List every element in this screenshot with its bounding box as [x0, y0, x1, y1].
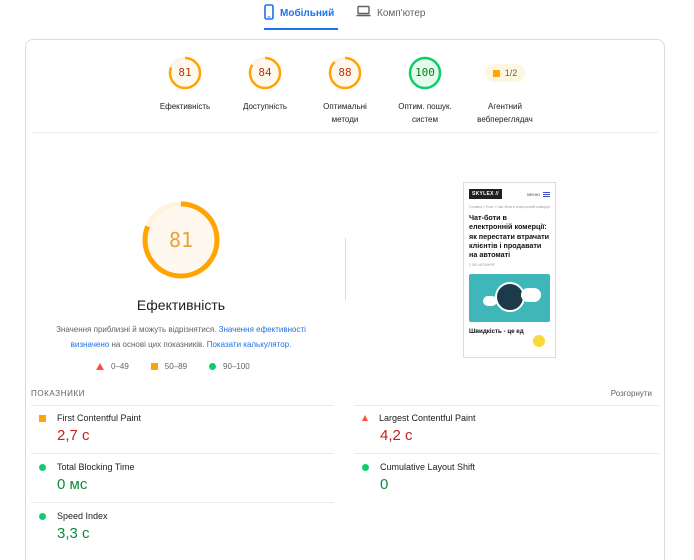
metric-cls: Cumulative Layout Shift 0 [362, 462, 662, 493]
chat-bubble-icon [521, 288, 541, 303]
average-square-icon [39, 414, 46, 422]
pass-circle-icon [209, 363, 217, 370]
legend-fail: 0–49 [96, 362, 129, 371]
report-card: 81 Ефективність 84 Доступність 88 Оптима… [25, 39, 665, 560]
performance-title: Ефективність [136, 297, 226, 313]
metric-name: Speed Index [57, 511, 108, 521]
metric-value: 3,3 с [57, 525, 90, 542]
divider [31, 453, 334, 454]
expand-toggle[interactable]: Розгорнути [611, 389, 652, 398]
gauge-score: 84 [258, 66, 272, 79]
fail-triangle-icon [96, 363, 104, 370]
pass-circle-icon [39, 463, 46, 471]
metric-name: Cumulative Layout Shift [380, 462, 476, 472]
divider [354, 453, 659, 454]
site-article-image [469, 274, 550, 323]
metric-value: 4,2 с [380, 427, 413, 444]
metric-value: 0 мс [57, 476, 88, 493]
gauge-seo[interactable]: 100 Оптим. пошук. систем [380, 56, 470, 126]
gauge-score: 88 [338, 66, 352, 79]
tab-desktop[interactable]: Комп'ютер [356, 4, 446, 30]
show-calculator-link[interactable]: Показати калькулятор. [207, 340, 292, 349]
site-menu: МЕНЮ [527, 191, 550, 197]
divider [31, 405, 334, 406]
pwa-badge: 1/2 [485, 64, 525, 82]
divider [354, 405, 659, 406]
gauge-score: 100 [415, 66, 435, 79]
tab-mobile-label: Мобільний [280, 8, 335, 19]
laptop-icon [356, 5, 371, 17]
metrics-header: ПОКАЗНИКИ [31, 389, 86, 398]
gauge-label: Доступність [242, 102, 288, 111]
pwa-value: 1/2 [504, 68, 518, 78]
site-article-meta: 1 ХВ ЧИТАННЯ [469, 263, 495, 268]
metric-value: 0 [380, 476, 389, 493]
gauge-label: Оптимальні методи [323, 102, 367, 124]
divider [31, 502, 334, 503]
screenshot-header: SKYLEX // МЕНЮ [464, 186, 555, 202]
site-article-title: Чат-боти в електронній комерції: як пере… [469, 213, 550, 260]
average-square-icon [492, 69, 500, 77]
pass-circle-icon [39, 512, 46, 520]
metric-value: 2,7 с [57, 427, 90, 444]
metric-tbt: Total Blocking Time 0 мс [39, 462, 339, 493]
performance-score: 81 [168, 228, 194, 252]
smartphone-icon [264, 4, 274, 20]
vertical-divider [345, 238, 346, 300]
divider [32, 132, 658, 133]
site-subheading: Швидкість - це ед [469, 328, 524, 336]
gauge-best-practices[interactable]: 88 Оптимальні методи [300, 56, 390, 126]
chat-widget-icon [533, 335, 545, 347]
metric-name: Total Blocking Time [57, 462, 135, 472]
gauge-label: Агентний вебпереглядач [477, 102, 533, 124]
tab-mobile[interactable]: Мобільний [264, 4, 338, 30]
gauge-label: Ефективність [159, 102, 211, 111]
fail-triangle-icon [362, 415, 368, 421]
tab-desktop-label: Комп'ютер [377, 8, 426, 19]
gauge-score: 81 [178, 66, 192, 79]
gauge-performance[interactable]: 81 Ефективність [140, 56, 230, 113]
gauge-accessibility[interactable]: 84 Доступність [220, 56, 310, 113]
metric-speed-index: Speed Index 3,3 с [39, 511, 339, 542]
performance-description: Значення приблизні й можуть відрізнятися… [56, 325, 306, 349]
gauge-label: Оптим. пошук. систем [398, 102, 452, 124]
metric-fcp: First Contentful Paint 2,7 с [39, 413, 339, 444]
legend-pass: 90–100 [209, 362, 250, 371]
final-screenshot[interactable]: SKYLEX // МЕНЮ Головна » Блог » Чат-боти… [463, 182, 556, 358]
device-tabs: Мобільний Комп'ютер [0, 0, 694, 30]
site-breadcrumb: Головна » Блог » Чат-боти в електронній … [469, 205, 550, 209]
metric-name: First Contentful Paint [57, 413, 142, 423]
score-legend: 0–49 50–89 90–100 [96, 362, 296, 371]
average-square-icon [150, 363, 158, 370]
site-logo: SKYLEX // [469, 189, 502, 199]
metric-lcp: Largest Contentful Paint 4,2 с [362, 413, 662, 444]
legend-average: 50–89 [150, 362, 187, 371]
hamburger-icon [543, 191, 550, 197]
performance-score-gauge: 81 [141, 200, 221, 280]
metric-name: Largest Contentful Paint [379, 413, 476, 423]
gauge-agentic-browsing[interactable]: 1/2 Агентний вебпереглядач [460, 56, 550, 126]
pass-circle-icon [362, 463, 369, 471]
